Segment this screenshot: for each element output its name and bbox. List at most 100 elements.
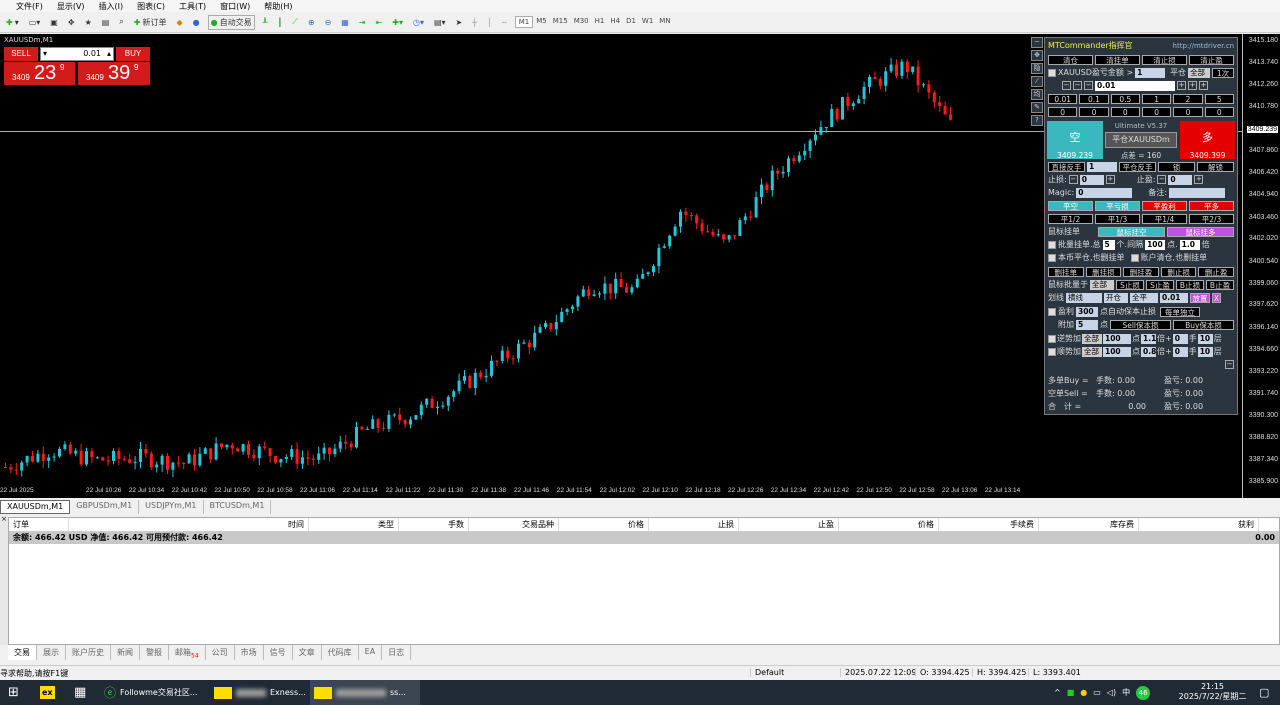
remove-button[interactable]: X [1212, 292, 1221, 303]
batch-mouse-select[interactable]: 全部 [1090, 279, 1114, 290]
zoom-in-icon[interactable]: ⊕ [306, 17, 317, 28]
buy-be-button[interactable]: Buy保本损 [1173, 319, 1234, 330]
terminal-tab[interactable]: 文章 [293, 645, 322, 660]
counter-input[interactable]: 10 [1197, 333, 1213, 344]
counter-input[interactable]: 1.1 [1141, 333, 1156, 344]
sl-tp-button[interactable]: B止盈 [1206, 279, 1234, 290]
trend-input[interactable]: 0 [1172, 346, 1188, 357]
close-reverse-button[interactable]: 平仓反手 [1119, 161, 1156, 172]
open-select[interactable]: 开仓 [1104, 292, 1128, 303]
terminal-tab[interactable]: EA [359, 645, 383, 660]
volume-icon[interactable]: ◁) [1107, 688, 1116, 697]
menu-item[interactable]: 显示(V) [57, 1, 85, 12]
note-input[interactable] [1168, 187, 1225, 198]
preset-button[interactable]: 0 [1173, 106, 1203, 117]
tile-icon[interactable]: ▦ [339, 17, 351, 28]
counter-input[interactable]: 0 [1172, 333, 1188, 344]
lot-preset-button[interactable]: 0.5 [1110, 93, 1140, 104]
sell-price-button[interactable]: 3409 23 9 [4, 62, 75, 85]
mouse-buy-button[interactable]: 鼠标挂多 [1167, 226, 1234, 237]
delete-button[interactable]: 删挂损 [1085, 266, 1122, 277]
column-header[interactable]: 止盈 [739, 518, 839, 531]
partial-close-button[interactable]: 平1/4 [1142, 213, 1187, 224]
badge-icon[interactable]: 46 [1136, 685, 1151, 700]
draw-line-icon[interactable]: ⁄ [1031, 76, 1043, 87]
taskbar-app-exness[interactable]: Exness... [210, 680, 310, 705]
buy-market-button[interactable]: 多 3409.399 [1180, 121, 1235, 160]
column-header[interactable]: 时间 [69, 518, 309, 531]
panel-url[interactable]: http://mtdriver.cn [1173, 42, 1234, 50]
add-input[interactable]: 5 [1076, 319, 1098, 330]
delete-button[interactable]: 删止损 [1160, 266, 1197, 277]
profit-input[interactable]: 300 [1076, 306, 1098, 317]
terminal-tab[interactable]: 展示 [37, 645, 66, 660]
loss-checkbox[interactable] [1048, 68, 1056, 77]
tp-plus[interactable]: + [1194, 175, 1204, 184]
terminal-tab[interactable]: 交易 [8, 645, 37, 660]
sl-tp-button[interactable]: B止损 [1176, 279, 1204, 290]
menu-item[interactable]: 插入(I) [99, 1, 124, 12]
market-watch-icon[interactable]: ▣ [48, 17, 60, 28]
lot-stepper[interactable]: ▾ 0.01 ▴ [40, 47, 114, 61]
auto-trade-button[interactable]: ● 自动交易 [207, 14, 255, 30]
preset-button[interactable]: 0 [1110, 106, 1140, 117]
templates-button[interactable]: ▤▾ [432, 17, 448, 28]
collapse-button[interactable]: − [1225, 360, 1234, 369]
mouse-sell-button[interactable]: 鼠标挂空 [1098, 226, 1165, 237]
trend-checkbox[interactable] [1048, 347, 1056, 356]
each-select[interactable]: 每单独立 [1160, 306, 1200, 317]
crosshair-icon[interactable]: ✥ [66, 17, 77, 28]
sell-market-button[interactable]: 空 3409.239 [1047, 121, 1103, 160]
metaeditor-icon[interactable]: ◆ [174, 17, 184, 28]
close-type-button[interactable]: 平多 [1189, 200, 1234, 211]
column-header[interactable]: 手数 [399, 518, 469, 531]
profit-checkbox[interactable] [1048, 307, 1056, 316]
terminal-tab[interactable]: 市场 [235, 645, 264, 660]
partial-close-button[interactable]: 平1/3 [1095, 213, 1140, 224]
lot-preset-button[interactable]: 1 [1141, 93, 1172, 104]
unlock-button[interactable]: 解锁 [1197, 161, 1234, 172]
clear-button[interactable]: 清挂单 [1095, 54, 1140, 65]
trend-input[interactable]: 0.8 [1141, 346, 1156, 357]
crosshair-tool-icon[interactable]: ┼ [470, 17, 479, 28]
column-header[interactable]: 获利 [1139, 518, 1259, 531]
tester-icon[interactable]: ⌕ [117, 16, 125, 28]
network-icon[interactable]: ▭ [1093, 688, 1101, 697]
delete-button[interactable]: 删挂单 [1048, 266, 1084, 277]
move-icon[interactable]: ✥ [1031, 50, 1043, 61]
calculator-icon[interactable]: ▦ [70, 680, 90, 705]
counter-checkbox[interactable] [1048, 334, 1056, 343]
sell-be-button[interactable]: Sell保本损 [1110, 319, 1171, 330]
reverse-button[interactable]: 直接反手 [1048, 161, 1085, 172]
terminal-tab[interactable]: 代码库 [322, 645, 359, 660]
column-header[interactable]: 订单 [9, 518, 69, 531]
sl-minus[interactable]: − [1068, 175, 1078, 184]
preset-button[interactable]: 0 [1141, 106, 1172, 117]
delete-button[interactable]: 删止盈 [1198, 266, 1234, 277]
lot-input[interactable]: 0.01 [1095, 80, 1175, 91]
menu-item[interactable]: 窗口(W) [220, 1, 250, 12]
bar-chart-icon[interactable]: ╨ [261, 17, 270, 28]
new-order-button[interactable]: ✚ 新订单 [132, 16, 169, 29]
chart-tab[interactable]: BTCUSDm,M1 [204, 500, 272, 514]
menu-item[interactable]: 文件(F) [16, 1, 43, 12]
partial-close-button[interactable]: 平2/3 [1189, 213, 1234, 224]
buy-price-button[interactable]: 3409 39 9 [78, 62, 150, 85]
batch-input[interactable]: 1.0 [1179, 239, 1200, 250]
sl-input[interactable]: 0 [1079, 174, 1104, 185]
timeframe-D1[interactable]: D1 [623, 16, 639, 28]
menu-item[interactable]: 帮助(H) [264, 1, 292, 12]
cursor-icon[interactable]: ➤ [454, 17, 465, 28]
times-spinner[interactable]: 1次 [1212, 67, 1234, 78]
column-header[interactable]: 手续费 [939, 518, 1039, 531]
lot-value[interactable]: 0.01 [83, 48, 101, 60]
loss-input[interactable]: 1 [1135, 67, 1166, 78]
candle-chart-icon[interactable]: ┃ [275, 17, 284, 28]
lot-preset-button[interactable]: 0.01 [1048, 93, 1078, 104]
chart-tab[interactable]: USDJPYm,M1 [139, 500, 204, 514]
terminal-tab[interactable]: 日志 [382, 645, 412, 660]
clock[interactable]: 21:15 2025/7/22/星期二 [1175, 682, 1250, 702]
batch-input[interactable]: 5 [1102, 239, 1115, 250]
menu-item[interactable]: 图表(C) [137, 1, 165, 12]
minus-button[interactable]: − [1084, 81, 1093, 90]
